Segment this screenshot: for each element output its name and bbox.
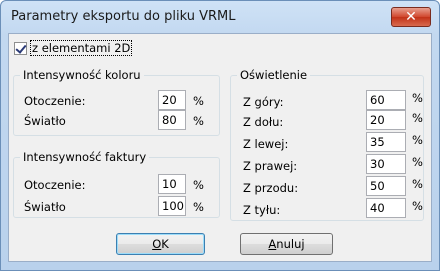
checkbox-2d-row[interactable]: z elementami 2D xyxy=(14,40,133,56)
texture-light-label: Światło xyxy=(24,200,66,214)
color-light-input[interactable]: 80 xyxy=(158,110,186,130)
texture-light-input[interactable]: 100 xyxy=(158,196,186,216)
light-front-input[interactable]: 50 xyxy=(366,176,406,196)
light-back-label: Z tyłu: xyxy=(243,203,281,217)
light-front-label: Z przodu: xyxy=(243,181,299,195)
light-bottom-label: Z dołu: xyxy=(243,115,284,129)
cancel-button-label: nuluj xyxy=(276,237,305,251)
texture-ambient-unit: % xyxy=(193,178,204,192)
light-top-label: Z góry: xyxy=(243,95,284,109)
texture-ambient-label: Otoczenie: xyxy=(24,178,86,192)
group-lighting-title: Oświetlenie xyxy=(237,68,311,82)
light-top-unit: % xyxy=(412,91,423,105)
texture-light-unit: % xyxy=(193,200,204,214)
light-left-input[interactable]: 35 xyxy=(366,132,406,152)
light-back-input[interactable]: 40 xyxy=(366,198,406,218)
close-button[interactable]: ✕ xyxy=(391,7,431,27)
texture-ambient-input[interactable]: 10 xyxy=(158,174,186,194)
checkbox-2d-label[interactable]: z elementami 2D xyxy=(30,40,133,56)
ok-button-mnemonic: O xyxy=(152,237,162,251)
checkbox-2d[interactable] xyxy=(14,41,27,55)
light-left-unit: % xyxy=(412,133,423,147)
close-icon: ✕ xyxy=(405,9,417,25)
light-bottom-unit: % xyxy=(412,111,423,125)
group-color-title: Intensywność koloru xyxy=(20,68,144,82)
title-bar: Parametry eksportu do pliku VRML ✕ xyxy=(1,1,439,33)
color-ambient-label: Otoczenie: xyxy=(24,94,86,108)
color-light-label: Światło xyxy=(24,114,66,128)
light-right-unit: % xyxy=(412,155,423,169)
light-top-input[interactable]: 60 xyxy=(366,90,406,110)
color-light-unit: % xyxy=(193,114,204,128)
light-right-label: Z prawej: xyxy=(243,159,298,173)
light-back-unit: % xyxy=(412,199,423,213)
light-right-input[interactable]: 30 xyxy=(366,154,406,174)
window-title: Parametry eksportu do pliku VRML xyxy=(11,9,236,24)
light-bottom-input[interactable]: 20 xyxy=(366,110,406,130)
group-texture-title: Intensywność faktury xyxy=(20,150,150,164)
cancel-button[interactable]: Anuluj xyxy=(240,233,333,255)
ok-button[interactable]: OK xyxy=(116,233,205,255)
ok-button-label: K xyxy=(161,237,169,251)
color-ambient-input[interactable]: 20 xyxy=(158,90,186,110)
color-ambient-unit: % xyxy=(193,94,204,108)
light-left-label: Z lewej: xyxy=(243,137,289,151)
light-front-unit: % xyxy=(412,177,423,191)
